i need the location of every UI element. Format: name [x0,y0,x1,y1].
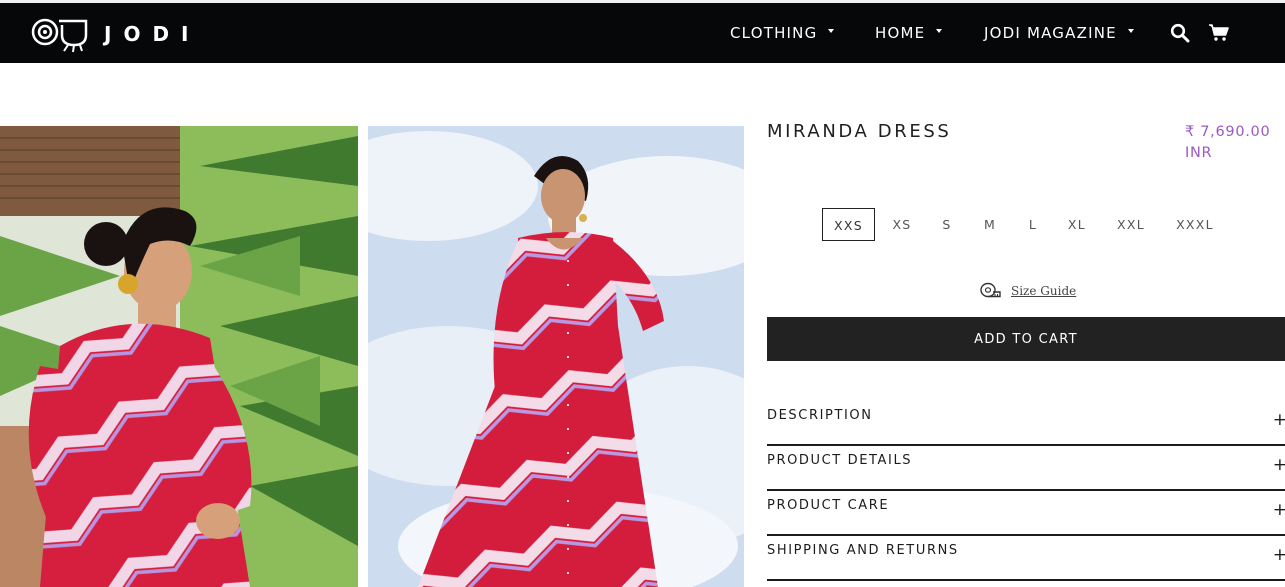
brand-logo-link[interactable]: JODI [30,14,201,54]
product-image-1[interactable] [0,126,358,587]
add-to-cart-button[interactable]: ADD TO CART [767,317,1285,361]
caret-down-icon [936,29,943,33]
nav-item-clothing-label: CLOTHING [730,24,818,42]
size-option-xs[interactable]: XS [886,208,918,241]
product-price: ₹ 7,690.00 INR [1185,122,1280,164]
caret-down-icon [1127,29,1134,33]
accordion-shipping-returns[interactable]: SHIPPING AND RETURNS + [767,537,1285,581]
measuring-tape-icon [980,282,1001,298]
size-guide-link[interactable]: Size Guide [980,282,1076,300]
plus-icon: + [1272,455,1285,475]
accordion-product-details-label: PRODUCT DETAILS [767,453,913,468]
accordion-description-label: DESCRIPTION [767,408,873,423]
caret-down-icon [828,29,835,33]
nav-item-jodi-magazine[interactable]: JODI MAGAZINE [984,3,1134,63]
size-option-s[interactable]: S [934,208,960,241]
plus-icon: + [1272,410,1285,430]
cart-icon [1209,24,1229,41]
site-header: JODI CLOTHING HOME JODI MAGAZINE [0,3,1285,63]
size-option-xl[interactable]: XL [1061,208,1093,241]
plus-icon: + [1272,500,1285,520]
plus-icon: + [1272,545,1285,565]
product-image-2[interactable] [368,126,744,587]
accordion-description[interactable]: DESCRIPTION + [767,402,1285,446]
accordion-product-care-label: PRODUCT CARE [767,498,890,513]
product-photo-sky [368,126,744,587]
jodi-logo-icon [31,18,88,53]
size-option-m[interactable]: M [978,208,1002,241]
accordion-product-details[interactable]: PRODUCT DETAILS + [767,447,1285,491]
search-icon [1170,23,1190,43]
nav-item-jodi-magazine-label: JODI MAGAZINE [984,24,1117,42]
price-amount: ₹ 7,690.00 [1185,124,1271,140]
size-option-xxxl[interactable]: XXXL [1172,208,1218,241]
nav-item-clothing[interactable]: CLOTHING [730,3,835,63]
accordion-product-care[interactable]: PRODUCT CARE + [767,492,1285,536]
product-title: MIRANDA DRESS [767,121,952,142]
nav-item-home[interactable]: HOME [875,3,943,63]
brand-name: JODI [104,22,201,46]
price-currency: INR [1185,145,1213,161]
size-guide-label: Size Guide [1011,284,1077,298]
accordion-shipping-returns-label: SHIPPING AND RETURNS [767,543,959,558]
search-button[interactable] [1168,21,1192,45]
cart-button[interactable] [1207,21,1231,45]
nav-item-home-label: HOME [875,24,926,42]
size-option-l[interactable]: L [1021,208,1045,241]
size-option-xxs[interactable]: XXS [822,208,875,241]
product-photo-garden [0,126,358,587]
size-option-xxl[interactable]: XXL [1113,208,1149,241]
